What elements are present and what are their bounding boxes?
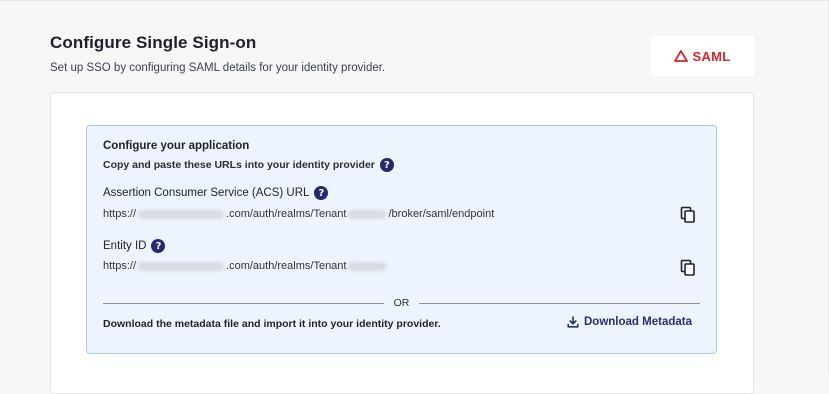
copy-icon[interactable] bbox=[680, 259, 696, 277]
divider-line bbox=[103, 302, 384, 304]
acs-url-value: https:// .com/auth/realms/Tenant /broker… bbox=[103, 208, 494, 220]
help-circle-icon[interactable]: ? bbox=[151, 239, 166, 253]
panel-subtitle: Copy and paste these URLs into your iden… bbox=[103, 158, 394, 172]
acs-url-label-text: Assertion Consumer Service (ACS) URL bbox=[103, 187, 310, 199]
saml-logo-icon bbox=[674, 50, 689, 62]
configure-application-panel: Configure your application Copy and past… bbox=[86, 125, 717, 354]
page-title: Configure Single Sign-on bbox=[50, 33, 257, 52]
download-metadata-button[interactable]: Download Metadata bbox=[567, 316, 692, 328]
entity-id-middle: .com/auth/realms/Tenant bbox=[226, 260, 347, 272]
redacted-tenant bbox=[348, 261, 387, 271]
page-subtitle: Set up SSO by configuring SAML details f… bbox=[50, 62, 386, 74]
acs-url-middle: .com/auth/realms/Tenant bbox=[226, 208, 347, 220]
redacted-tenant bbox=[348, 209, 387, 219]
redacted-host bbox=[138, 209, 225, 219]
entity-id-label: Entity ID ? bbox=[103, 239, 166, 253]
divider-line bbox=[419, 302, 700, 304]
entity-id-value: https:// .com/auth/realms/Tenant bbox=[103, 260, 388, 272]
download-metadata-label: Download Metadata bbox=[584, 316, 692, 328]
copy-icon[interactable] bbox=[680, 206, 696, 224]
download-icon bbox=[567, 316, 579, 328]
acs-url-prefix: https:// bbox=[103, 208, 137, 220]
entity-id-label-text: Entity ID bbox=[103, 240, 147, 252]
entity-id-prefix: https:// bbox=[103, 260, 137, 272]
help-circle-icon[interactable]: ? bbox=[314, 186, 329, 200]
panel-subtitle-text: Copy and paste these URLs into your iden… bbox=[103, 159, 375, 171]
acs-url-label: Assertion Consumer Service (ACS) URL ? bbox=[103, 186, 329, 200]
saml-logo-text: SAML bbox=[692, 48, 731, 64]
or-divider: OR bbox=[103, 297, 700, 309]
top-border bbox=[0, 0, 829, 1]
redacted-host bbox=[138, 261, 225, 271]
page-header: Configure Single Sign-on Set up SSO by c… bbox=[50, 33, 385, 74]
metadata-instructions: Download the metadata file and import it… bbox=[103, 318, 441, 330]
saml-logo: SAML bbox=[651, 36, 754, 76]
divider-or-text: OR bbox=[393, 297, 410, 309]
help-circle-icon[interactable]: ? bbox=[379, 158, 394, 172]
acs-url-suffix: /broker/saml/endpoint bbox=[388, 208, 495, 220]
panel-title: Configure your application bbox=[103, 140, 250, 152]
